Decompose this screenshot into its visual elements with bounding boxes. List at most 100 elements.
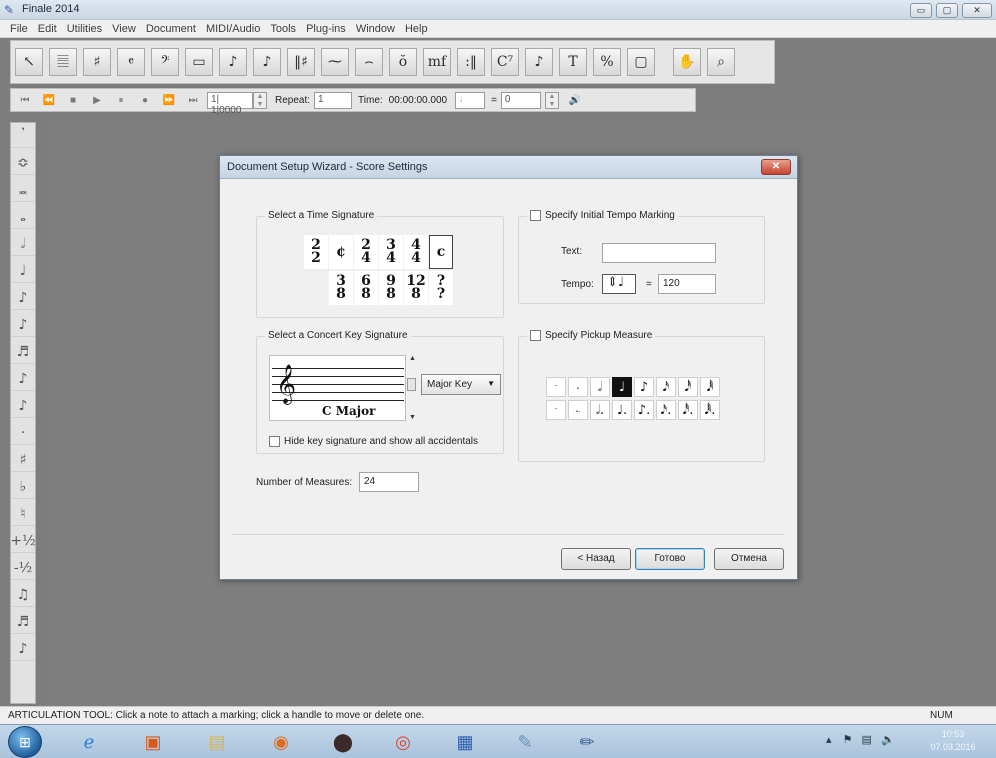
key-slider-thumb[interactable] (407, 378, 416, 391)
internet-explorer-icon[interactable]: ℯ (64, 727, 114, 757)
tuplet-tool-icon[interactable]: ‖♯ (287, 48, 315, 76)
left-palette-tool-icon[interactable]: 𝅜 (11, 178, 35, 202)
forward-to-end-icon[interactable]: ⏭ (183, 91, 203, 109)
pickup-duration-option[interactable]: 𝅘𝅥𝅱 (700, 377, 720, 397)
menu-plug-ins[interactable]: Plug-ins (301, 23, 351, 35)
menu-edit[interactable]: Edit (33, 23, 62, 35)
speedy-entry-tool-icon[interactable]: ♪ (253, 48, 281, 76)
left-palette-tool-icon[interactable]: 𝅝 (11, 205, 35, 229)
menu-midi-audio[interactable]: MIDI/Audio (201, 23, 265, 35)
pickup-measure-checkbox[interactable] (530, 330, 541, 341)
minimize-button[interactable]: ▭ (910, 3, 932, 18)
hand-grabber-tool-icon[interactable]: ✋ (673, 48, 701, 76)
key-scroll-up-icon[interactable]: ▲ (409, 355, 416, 362)
pickup-duration-option[interactable]: 𝄻 (546, 377, 566, 397)
left-palette-tool-icon[interactable]: ♮ (11, 502, 35, 526)
left-palette-tool-icon[interactable]: ♯ (11, 448, 35, 472)
finale-active-icon[interactable]: ✏ (562, 727, 612, 757)
pickup-duration-option[interactable]: ♪. (634, 400, 654, 420)
menu-document[interactable]: Document (141, 23, 201, 35)
menu-help[interactable]: Help (400, 23, 433, 35)
time-signature-option[interactable]: 34 (379, 235, 403, 269)
left-palette-tool-icon[interactable]: 𝄒 (11, 124, 35, 148)
time-signature-option[interactable]: 68 (354, 271, 378, 305)
chrome-icon[interactable]: ◎ (378, 727, 428, 757)
paint-icon[interactable]: ✎ (500, 727, 550, 757)
staff-tool-icon[interactable]: 𝄚 (49, 48, 77, 76)
record-icon[interactable]: ● (135, 91, 155, 109)
time-signature-option[interactable]: c (429, 235, 453, 269)
tray-flag-icon[interactable]: ⚑ (843, 734, 853, 746)
hide-key-checkbox[interactable] (269, 436, 280, 447)
close-window-button[interactable]: ✕ (962, 3, 992, 18)
measures-input[interactable]: 24 (359, 472, 419, 492)
cancel-button[interactable]: Отмена (714, 548, 784, 570)
tempo-text-input[interactable] (602, 243, 716, 263)
left-palette-tool-icon[interactable]: ♬ (11, 610, 35, 634)
pickup-duration-option[interactable]: 𝅘𝅥𝅰. (678, 400, 698, 420)
measure-tool-icon[interactable]: ▭ (185, 48, 213, 76)
playback-tempo-spinner[interactable]: ▲ ▼ (544, 91, 559, 109)
pickup-duration-option[interactable]: ♩ (612, 377, 632, 397)
pickup-duration-option[interactable]: 𝅘𝅥𝅯. (656, 400, 676, 420)
selection-tool-icon[interactable]: ↖ (15, 48, 43, 76)
play-icon[interactable]: ▶ (87, 91, 107, 109)
counter-spinner[interactable]: ▲ ▼ (253, 91, 267, 109)
resize-tool-icon[interactable]: % (593, 48, 621, 76)
rewind-icon[interactable]: ⏪ (39, 91, 59, 109)
start-button[interactable]: ⊞ (8, 726, 42, 758)
rewind-to-start-icon[interactable]: ⏮ (15, 91, 35, 109)
key-scroll-down-icon[interactable]: ▼ (409, 414, 416, 421)
finale-taskbar-icon[interactable]: ⬤ (318, 727, 368, 757)
pickup-duration-option[interactable]: 𝅘𝅥𝅯 (656, 377, 676, 397)
maximize-button[interactable]: ▢ (936, 3, 958, 18)
tempo-note-button[interactable]: ♩ (455, 91, 486, 109)
smart-shape-tool-icon[interactable]: ⁓ (321, 48, 349, 76)
left-palette-tool-icon[interactable]: +½ (10, 529, 36, 553)
pickup-duration-option[interactable]: 𝅗𝅥. (590, 400, 610, 420)
left-palette-tool-icon[interactable]: ♪ (11, 394, 35, 418)
left-palette-tool-icon[interactable]: ♪ (11, 367, 35, 391)
time-signature-option[interactable]: 44 (404, 235, 428, 269)
pickup-duration-option[interactable]: 𝅘𝅥𝅰 (678, 377, 698, 397)
page-layout-tool-icon[interactable]: ▢ (627, 48, 655, 76)
pause-icon[interactable]: ⏸ (111, 91, 131, 109)
pickup-duration-option[interactable]: 𝅗𝅥 (590, 377, 610, 397)
time-signature-option[interactable]: 24 (354, 235, 378, 269)
menu-file[interactable]: File (5, 23, 33, 35)
counter-field[interactable]: 1| 1|0000 (207, 91, 253, 116)
menu-utilities[interactable]: Utilities (62, 23, 107, 35)
time-signature-option[interactable]: 38 (329, 271, 353, 305)
time-signature-option[interactable]: 98 (379, 271, 403, 305)
lyrics-tool-icon[interactable]: ♪ (525, 48, 553, 76)
clock-date[interactable]: 07.03.2016 (927, 742, 979, 752)
word-icon[interactable]: ▦ (440, 727, 490, 757)
left-palette-tool-icon[interactable]: ♬ (11, 340, 35, 364)
tempo-note-selector[interactable]: ⇕♩ (602, 274, 636, 294)
left-palette-tool-icon[interactable]: ♭ (11, 475, 35, 499)
left-palette-tool-icon[interactable]: ♪ (11, 313, 35, 337)
time-signature-option[interactable]: ¢ (329, 235, 353, 269)
media-player-icon[interactable]: ▣ (128, 727, 178, 757)
menu-tools[interactable]: Tools (265, 23, 301, 35)
left-palette-tool-icon[interactable]: ♪ (11, 637, 35, 661)
pickup-duration-option[interactable]: ♪ (634, 377, 654, 397)
clef-tool-icon[interactable]: 𝄢 (151, 48, 179, 76)
pickup-duration-option[interactable]: 𝄻 (546, 400, 566, 420)
stop-icon[interactable]: ■ (63, 91, 83, 109)
dialog-close-button[interactable]: ✕ (761, 159, 791, 175)
simple-entry-tool-icon[interactable]: ♪ (219, 48, 247, 76)
left-palette-tool-icon[interactable]: ♩ (11, 259, 35, 283)
key-mode-dropdown[interactable]: Major Key ▼ (421, 374, 501, 395)
left-palette-tool-icon[interactable]: -½ (11, 556, 35, 580)
fast-forward-icon[interactable]: ⏩ (159, 91, 179, 109)
chord-tool-icon[interactable]: C⁷ (491, 48, 519, 76)
articulation-tool-icon[interactable]: ⌢ (355, 48, 383, 76)
tray-expand-icon[interactable]: ▴ (826, 734, 832, 746)
pickup-duration-option[interactable]: ♩. (612, 400, 632, 420)
pickup-duration-option[interactable]: 𝅝 (568, 377, 588, 397)
repeat-tool-icon[interactable]: :‖ (457, 48, 485, 76)
tempo-marking-checkbox[interactable] (530, 210, 541, 221)
playback-tempo-field[interactable]: 0 (500, 91, 541, 109)
left-palette-tool-icon[interactable]: ≎ (11, 151, 35, 175)
